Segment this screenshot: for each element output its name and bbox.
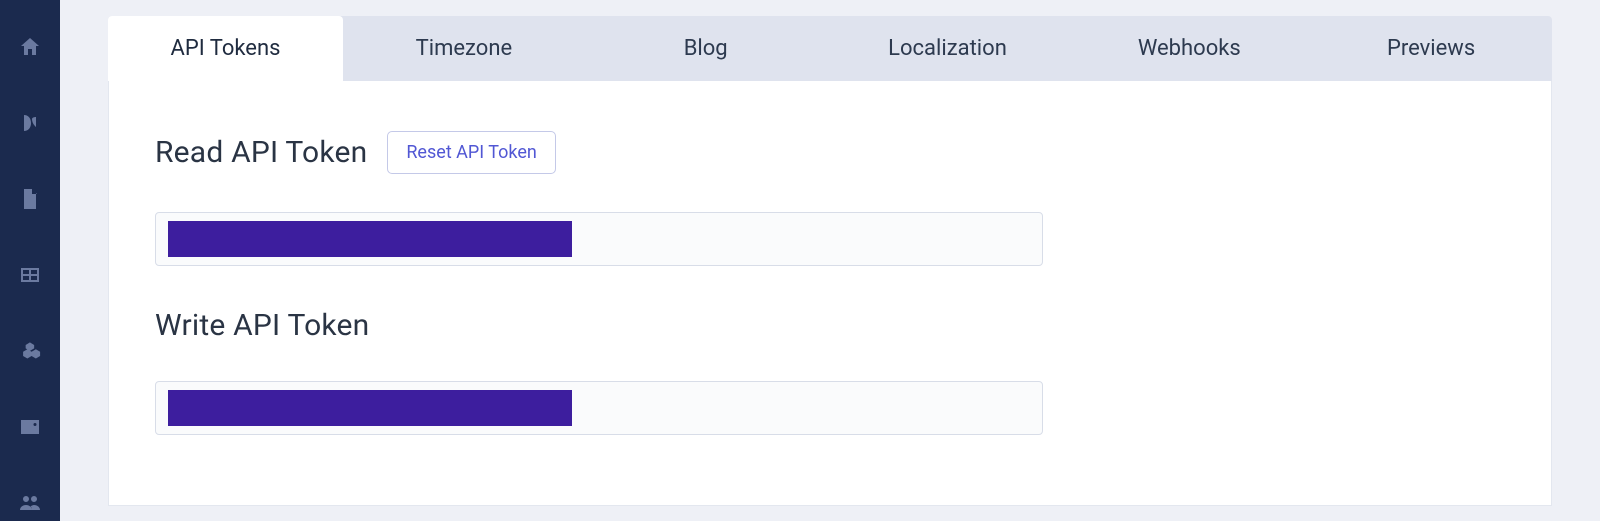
cubes-icon	[18, 339, 42, 367]
tab-api-tokens[interactable]: API Tokens	[108, 16, 343, 81]
tab-webhooks[interactable]: Webhooks	[1068, 16, 1310, 81]
write-token-header: Write API Token	[155, 308, 1505, 343]
sidebar-item-media[interactable]	[16, 415, 44, 443]
blog-icon	[18, 111, 42, 139]
tab-content: Read API Token Reset API Token Write API…	[108, 81, 1552, 506]
sidebar-item-home[interactable]	[16, 35, 44, 63]
write-token-redacted	[168, 390, 572, 426]
sidebar-item-blog[interactable]	[16, 111, 44, 139]
sidebar-item-grid[interactable]	[16, 263, 44, 291]
tab-timezone[interactable]: Timezone	[343, 16, 585, 81]
sidebar-item-modules[interactable]	[16, 339, 44, 367]
sidebar-item-pages[interactable]	[16, 187, 44, 215]
write-token-field[interactable]	[155, 381, 1043, 435]
main-content: API Tokens Timezone Blog Localization We…	[60, 0, 1600, 521]
users-icon	[18, 491, 42, 519]
read-token-redacted	[168, 221, 572, 257]
tab-previews[interactable]: Previews	[1310, 16, 1552, 81]
reset-api-token-button[interactable]: Reset API Token	[387, 131, 556, 174]
sidebar-item-users[interactable]	[16, 491, 44, 519]
grid-icon	[18, 263, 42, 291]
read-token-header: Read API Token Reset API Token	[155, 131, 1505, 174]
tab-localization[interactable]: Localization	[827, 16, 1069, 81]
read-token-field[interactable]	[155, 212, 1043, 266]
home-icon	[18, 35, 42, 63]
image-icon	[18, 415, 42, 443]
read-token-title: Read API Token	[155, 135, 367, 170]
write-token-title: Write API Token	[155, 308, 369, 343]
sidebar	[0, 0, 60, 521]
page-icon	[18, 187, 42, 215]
settings-tabs: API Tokens Timezone Blog Localization We…	[108, 16, 1552, 81]
tab-blog[interactable]: Blog	[585, 16, 827, 81]
